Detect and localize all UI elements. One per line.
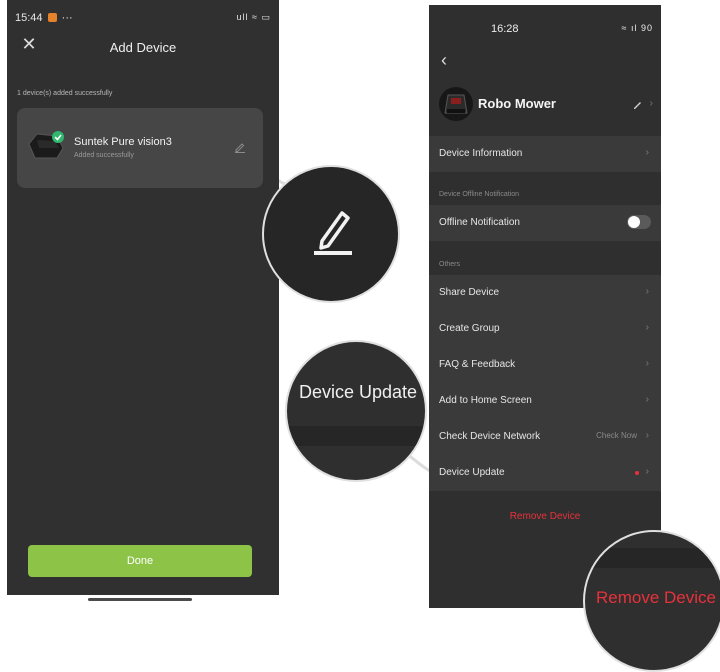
row-label: Device Update (439, 467, 505, 478)
callout-remove-device-magnifier: Remove Device (583, 530, 720, 672)
update-badge (635, 471, 639, 475)
row-label: Check Device Network (439, 431, 541, 442)
chevron-right-icon: › (645, 466, 649, 477)
status-time: 15:44 ··· (15, 12, 73, 24)
callout-device-update-label: Device Update (299, 382, 418, 402)
row-add-to-home[interactable]: Add to Home Screen › (429, 383, 661, 419)
edit-icon[interactable] (633, 100, 643, 110)
done-button[interactable]: Done (28, 545, 252, 577)
status-clock: 15:44 (15, 12, 43, 24)
device-name: Suntek Pure vision3 (74, 136, 172, 148)
chevron-right-icon: › (645, 430, 649, 441)
row-faq-feedback[interactable]: FAQ & Feedback › (429, 347, 661, 383)
chevron-right-icon: › (645, 322, 649, 333)
row-share-device[interactable]: Share Device › (429, 275, 661, 311)
edit-icon[interactable] (234, 141, 246, 153)
callout-device-update-magnifier: Device Update (285, 340, 427, 482)
device-avatar (439, 87, 473, 121)
row-offline-notification: Offline Notification (429, 205, 661, 241)
status-icons: ≈ ıl 90 (621, 23, 653, 33)
chevron-right-icon: › (645, 394, 649, 405)
status-time: 16:28 (491, 23, 519, 35)
row-label: Share Device (439, 287, 500, 298)
remove-device-button[interactable]: Remove Device (429, 511, 661, 522)
added-count-message: 1 device(s) added successfully (17, 90, 113, 97)
chevron-right-icon: › (645, 358, 649, 369)
mower-icon (444, 94, 468, 114)
add-device-screen: 15:44 ··· ull ≈ ▭ ✕ Add Device 1 device(… (7, 0, 279, 595)
callout-edit-magnifier (262, 165, 400, 303)
back-icon[interactable]: ‹ (441, 51, 447, 69)
home-indicator (88, 598, 192, 601)
page-title: Add Device (109, 40, 177, 55)
mower-thumbnail-icon (28, 131, 64, 159)
app-badge-icon (47, 13, 57, 22)
row-label: Add to Home Screen (439, 395, 532, 406)
device-status: Added successfully (74, 152, 134, 159)
section-header-offline: Device Offline Notification (439, 191, 520, 198)
offline-notification-toggle[interactable] (627, 215, 651, 229)
row-label: Create Group (439, 323, 500, 334)
row-label: FAQ & Feedback (439, 359, 516, 370)
section-header-others: Others (439, 261, 461, 268)
callout-divider (287, 426, 425, 446)
chevron-right-icon: › (649, 98, 653, 109)
row-label: Offline Notification (439, 217, 520, 228)
device-title: Robo Mower (478, 96, 556, 111)
toggle-knob (628, 216, 640, 228)
row-device-information[interactable]: Device Information › (429, 136, 661, 172)
callout-remove-device-label: Remove Device (596, 588, 716, 607)
chevron-right-icon: › (645, 286, 649, 297)
row-create-group[interactable]: Create Group › (429, 311, 661, 347)
edit-icon (314, 211, 352, 255)
check-now-link[interactable]: Check Now (596, 431, 637, 440)
status-icons: ull ≈ ▭ (236, 12, 271, 22)
device-settings-screen: 16:28 ≈ ıl 90 ‹ Robo Mower › Device Info… (429, 5, 661, 608)
row-label: Device Information (439, 148, 523, 159)
row-check-network[interactable]: Check Device Network Check Now › (429, 419, 661, 455)
device-card[interactable]: Suntek Pure vision3 Added successfully (17, 108, 263, 188)
status-more: ··· (61, 12, 73, 24)
chevron-right-icon: › (645, 147, 649, 158)
row-device-update[interactable]: Device Update › (429, 455, 661, 491)
callout-divider (585, 548, 720, 568)
